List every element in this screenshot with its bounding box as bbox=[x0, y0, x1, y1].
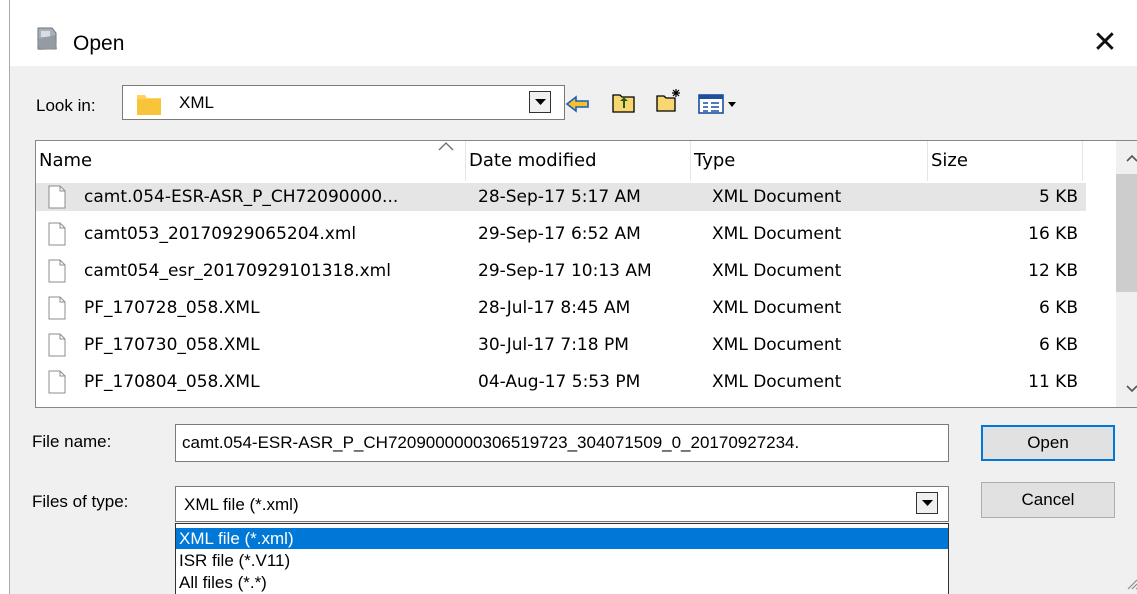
file-date-cell: 29-Sep-17 6:52 AM bbox=[478, 224, 641, 244]
files-of-type-combo[interactable]: XML file (*.xml) bbox=[175, 486, 949, 522]
file-size-cell: 11 KB bbox=[1028, 372, 1078, 392]
file-type-cell: XML Document bbox=[712, 335, 842, 355]
chevron-down-icon bbox=[922, 500, 933, 506]
look-in-label: Look in: bbox=[36, 96, 96, 115]
file-row[interactable]: PF_170728_058.XML 28-Jul-17 8:45 AM XML Do… bbox=[36, 294, 1086, 322]
sort-ascending-icon bbox=[438, 142, 454, 151]
new-folder-icon[interactable] bbox=[655, 88, 681, 112]
open-button[interactable]: Open bbox=[981, 425, 1115, 461]
look-in-dropdown-button[interactable] bbox=[529, 91, 551, 113]
file-type-cell: XML Document bbox=[712, 224, 842, 244]
file-date-cell: 04-Aug-17 5:53 PM bbox=[478, 372, 641, 392]
document-icon bbox=[48, 185, 66, 209]
files-of-type-dropdown-button[interactable] bbox=[916, 492, 938, 514]
open-dialog: Open ✕ Look in: XML Name Date modified T… bbox=[9, 0, 1137, 594]
file-name-cell: PF_170804_058.XML bbox=[84, 372, 260, 392]
column-header-date[interactable]: Date modified bbox=[466, 141, 691, 181]
document-icon bbox=[48, 296, 66, 320]
back-arrow-icon[interactable] bbox=[565, 92, 591, 116]
files-of-type-label: Files of type: bbox=[32, 492, 129, 511]
file-name-label: File name: bbox=[32, 432, 112, 451]
file-date-cell: 28-Sep-17 5:17 AM bbox=[478, 187, 641, 207]
up-folder-icon[interactable] bbox=[611, 90, 637, 114]
vertical-scrollbar[interactable] bbox=[1116, 141, 1137, 407]
file-date-cell: 29-Sep-17 10:13 AM bbox=[478, 261, 652, 281]
scroll-down-icon[interactable] bbox=[1126, 385, 1137, 393]
scroll-up-icon[interactable] bbox=[1126, 154, 1137, 162]
file-row[interactable]: camt053_20170929065204.xml 29-Sep-17 6:52… bbox=[36, 220, 1086, 248]
file-name-cell: PF_170730_058.XML bbox=[84, 335, 260, 355]
file-list[interactable]: Name Date modified Type Size camt.054-ES… bbox=[35, 140, 1137, 408]
file-type-cell: XML Document bbox=[712, 298, 842, 318]
file-name-cell: camt054_esr_20170929101318.xml bbox=[84, 261, 391, 281]
file-size-cell: 16 KB bbox=[1028, 224, 1078, 244]
file-row[interactable]: camt054_esr_20170929101318.xml 29-Sep-17 … bbox=[36, 257, 1086, 285]
view-menu-icon[interactable] bbox=[697, 92, 743, 116]
resize-grip-icon[interactable] bbox=[1126, 578, 1137, 590]
file-row[interactable]: PF_170804_058.XML 04-Aug-17 5:53 PM XML Do… bbox=[36, 368, 1086, 396]
file-date-cell: 28-Jul-17 8:45 AM bbox=[478, 298, 631, 318]
dropdown-option[interactable]: XML file (*.xml) bbox=[176, 528, 948, 549]
file-name-cell: PF_170728_058.XML bbox=[84, 298, 260, 318]
app-icon bbox=[37, 27, 57, 50]
file-size-cell: 5 KB bbox=[1038, 187, 1078, 207]
column-header-type[interactable]: Type bbox=[691, 141, 928, 181]
look-in-combo[interactable]: XML bbox=[122, 85, 565, 120]
file-type-cell: XML Document bbox=[712, 372, 842, 392]
column-header-name[interactable]: Name bbox=[36, 141, 466, 181]
close-button[interactable]: ✕ bbox=[1080, 20, 1130, 66]
title-bar: Open ✕ bbox=[10, 0, 1137, 66]
document-icon bbox=[48, 333, 66, 357]
dropdown-option[interactable]: ISR file (*.V11) bbox=[176, 550, 948, 571]
file-size-cell: 6 KB bbox=[1038, 335, 1078, 355]
files-of-type-value: XML file (*.xml) bbox=[184, 495, 299, 514]
file-name-cell: camt.054-ESR-ASR_P_CH72090000... bbox=[84, 187, 399, 207]
cancel-button[interactable]: Cancel bbox=[981, 482, 1115, 518]
file-name-cell: camt053_20170929065204.xml bbox=[84, 224, 357, 244]
file-size-cell: 12 KB bbox=[1028, 261, 1078, 281]
look-in-value: XML bbox=[179, 93, 214, 112]
scrollbar-thumb[interactable] bbox=[1116, 174, 1137, 292]
folder-icon bbox=[137, 95, 161, 115]
document-icon bbox=[48, 222, 66, 246]
file-size-cell: 6 KB bbox=[1038, 298, 1078, 318]
dialog-title: Open bbox=[73, 32, 125, 55]
file-type-cell: XML Document bbox=[712, 261, 842, 281]
file-name-input[interactable]: camt.054-ESR-ASR_P_CH7209000000306519723… bbox=[175, 424, 949, 462]
document-icon bbox=[48, 370, 66, 394]
files-of-type-dropdown-list[interactable]: XML file (*.xml) ISR file (*.V11) All fi… bbox=[175, 523, 949, 594]
dropdown-option[interactable]: All files (*.*) bbox=[176, 572, 948, 593]
file-type-cell: XML Document bbox=[712, 187, 842, 207]
file-row[interactable]: PF_170730_058.XML 30-Jul-17 7:18 PM XML Do… bbox=[36, 331, 1086, 359]
document-icon bbox=[48, 259, 66, 283]
column-header-size[interactable]: Size bbox=[928, 141, 1083, 181]
chevron-down-icon bbox=[535, 99, 546, 105]
file-row[interactable]: camt.054-ESR-ASR_P_CH72090000... 28-Sep-1… bbox=[36, 183, 1086, 211]
file-date-cell: 30-Jul-17 7:18 PM bbox=[478, 335, 629, 355]
